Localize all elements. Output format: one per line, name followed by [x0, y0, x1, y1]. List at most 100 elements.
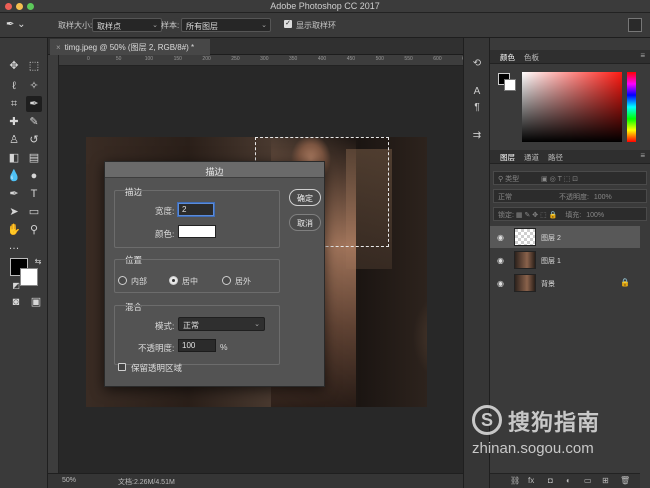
layer-row[interactable]: ◉ 背景 🔒 — [490, 272, 640, 294]
layer-name: 背景 — [541, 281, 555, 288]
brush-tool-icon[interactable]: ✎ — [26, 114, 42, 130]
clone-stamp-tool-icon[interactable]: ♙ — [6, 132, 22, 148]
magic-wand-tool-icon[interactable]: ✧ — [26, 78, 42, 94]
chevron-down-icon: ⌄ — [261, 22, 267, 29]
opacity-unit: % — [220, 342, 228, 352]
move-tool-icon[interactable]: ✥ — [6, 58, 22, 74]
hue-slider[interactable] — [627, 72, 636, 142]
ok-button[interactable]: 确定 — [289, 189, 321, 206]
healing-brush-tool-icon[interactable]: ✚ — [6, 114, 22, 130]
dodge-tool-icon[interactable]: ● — [26, 168, 42, 184]
position-center-radio[interactable] — [169, 276, 178, 285]
opacity-label: 不透明度: — [138, 343, 175, 353]
history-brush-tool-icon[interactable]: ↺ — [26, 132, 42, 148]
tab-swatches[interactable]: 色板 — [524, 52, 539, 63]
visibility-eye-icon[interactable]: ◉ — [497, 233, 504, 242]
horizontal-ruler: 050100150200250300350400450500550600650 — [59, 55, 470, 66]
eraser-tool-icon[interactable]: ◧ — [6, 150, 22, 166]
eyedropper-tool-preset-icon[interactable]: ✒ ⌄ — [6, 19, 28, 32]
layer-filter-bar[interactable]: ⚲ 类型 ▣ ◎ T ⬚ ⊡ — [493, 171, 647, 185]
layer-opacity-value[interactable]: 100% — [594, 194, 612, 201]
document-tab[interactable]: × timg.jpeg @ 50% (图层 2, RGB/8#) * — [50, 39, 210, 55]
link-layers-icon[interactable]: ⛓ — [510, 476, 520, 485]
mode-label: 模式: — [155, 321, 175, 331]
swap-colors-icon[interactable]: ⇆ — [30, 254, 46, 270]
lock-fill-bar: 锁定: ▦ ✎ ✥ ⬚ 🔒 填充: 100% — [493, 207, 647, 221]
stroke-color-swatch[interactable] — [178, 225, 216, 238]
ruler-tick-label: 100 — [144, 56, 154, 62]
blend-mode-select[interactable]: 正常 ⌄ — [178, 317, 265, 331]
workspace-icon[interactable] — [628, 18, 642, 32]
layer-name: 图层 1 — [541, 258, 561, 265]
add-mask-icon[interactable]: ◘ — [548, 476, 553, 485]
default-colors-icon[interactable]: ◩ — [8, 278, 24, 294]
zoom-tool-icon[interactable]: ⚲ — [26, 222, 42, 238]
rectangle-tool-icon[interactable]: ▭ — [26, 204, 42, 220]
visibility-eye-icon[interactable]: ◉ — [497, 256, 504, 265]
layer-row[interactable]: ◉ 图层 1 — [490, 249, 640, 271]
tab-channels[interactable]: 通道 — [524, 152, 539, 163]
show-sampling-ring-checkbox[interactable]: ✓ — [284, 20, 292, 28]
visibility-eye-icon[interactable]: ◉ — [497, 279, 504, 288]
sample-label: 样本: — [161, 21, 180, 30]
ruler-tick-label: 300 — [260, 56, 269, 62]
sample-size-label: 取样大小: — [58, 21, 93, 30]
tab-color[interactable]: 颜色 — [500, 52, 515, 63]
quick-mask-icon[interactable]: ◙ — [8, 294, 24, 310]
ruler-tick-label: 350 — [289, 56, 298, 62]
layer-row[interactable]: ◉ 图层 2 — [490, 226, 640, 248]
sample-select[interactable]: 所有图层 ⌄ — [181, 18, 271, 32]
crop-tool-icon[interactable]: ⌗ — [6, 96, 22, 112]
position-inside-radio[interactable] — [118, 276, 127, 285]
document-size-info[interactable]: 文档:2.26M/4.51M — [118, 477, 175, 487]
gradient-tool-icon[interactable]: ▤ — [26, 150, 42, 166]
paragraph-panel-icon[interactable]: ¶ — [469, 102, 485, 116]
panel-menu-icon[interactable]: ≡ — [640, 51, 645, 60]
tab-layers[interactable]: 图层 — [500, 152, 515, 163]
color-picker-field[interactable] — [522, 72, 622, 142]
layer-opacity-label: 不透明度: — [558, 194, 589, 201]
delete-layer-icon[interactable]: 🗑 — [620, 476, 630, 485]
sogou-logo-icon: S — [472, 405, 502, 435]
hand-tool-icon[interactable]: ✋ — [6, 222, 22, 238]
width-input[interactable]: 2 — [178, 203, 214, 216]
layer-filter-icons: ▣ ◎ T ⬚ ⊡ — [541, 176, 579, 183]
lock-icons[interactable]: ▦ ✎ ✥ ⬚ 🔒 — [516, 212, 557, 219]
opacity-value: 100 — [182, 341, 196, 350]
lock-label: 锁定: — [498, 212, 514, 219]
layer-blend-mode[interactable]: 正常 — [498, 194, 512, 201]
more-tools-icon[interactable]: … — [6, 238, 22, 254]
pen-tool-icon[interactable]: ✒ — [6, 186, 22, 202]
fill-value[interactable]: 100% — [586, 212, 604, 219]
title-bar: Adobe Photoshop CC 2017 — [0, 0, 650, 13]
adjustment-layer-icon[interactable]: ◐ — [566, 476, 571, 485]
marquee-tool-icon[interactable]: ⬚ — [26, 58, 42, 74]
ruler-tick-label: 200 — [202, 56, 211, 62]
history-panel-icon[interactable]: ⟲ — [469, 58, 485, 72]
new-group-icon[interactable]: ▭ — [584, 476, 592, 485]
blur-tool-icon[interactable]: 💧 — [6, 168, 22, 184]
panel-menu-icon[interactable]: ≡ — [640, 151, 645, 160]
tab-paths[interactable]: 路径 — [548, 152, 563, 163]
ruler-tick-label: 250 — [231, 56, 240, 62]
ruler-tick-label: 600 — [433, 56, 442, 62]
type-tool-icon[interactable]: T — [26, 186, 42, 202]
ruler-tick-label: 400 — [317, 56, 327, 62]
path-selection-tool-icon[interactable]: ➤ — [6, 204, 22, 220]
layer-style-icon[interactable]: fx — [528, 476, 534, 485]
character-panel-icon[interactable]: A — [469, 86, 485, 100]
document-tab-bar: × timg.jpeg @ 50% (图层 2, RGB/8#) * — [48, 38, 463, 55]
sample-size-select[interactable]: 取样点 ⌄ — [92, 18, 162, 32]
position-outside-radio[interactable] — [222, 276, 231, 285]
cancel-button[interactable]: 取消 — [289, 214, 321, 231]
opacity-input[interactable]: 100 — [178, 339, 216, 352]
close-tab-icon[interactable]: × — [56, 43, 61, 52]
screen-mode-icon[interactable]: ▣ — [28, 294, 44, 310]
eyedropper-tool-icon[interactable]: ✒ — [26, 96, 42, 112]
color-panel-background-swatch[interactable] — [504, 79, 516, 91]
lasso-tool-icon[interactable]: ℓ — [6, 78, 22, 94]
preserve-transparency-checkbox[interactable] — [118, 363, 126, 371]
new-layer-icon[interactable]: ⊞ — [602, 476, 609, 485]
zoom-level[interactable]: 50% — [62, 477, 76, 484]
brush-settings-panel-icon[interactable]: ⇉ — [469, 130, 485, 144]
